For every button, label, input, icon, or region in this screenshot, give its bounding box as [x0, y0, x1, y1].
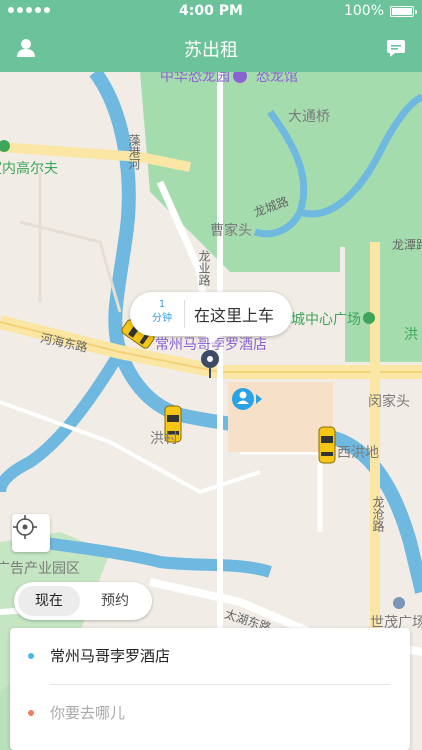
bubble-divider [184, 300, 185, 328]
map-label-dinosaur-park: 中华恐龙园 [160, 72, 230, 85]
message-icon [387, 40, 405, 57]
map-label-golf: 室内高尔夫 [0, 161, 58, 177]
map-label-datongqiao: 大通桥 [288, 109, 330, 125]
time-toggle: 现在 预约 [14, 582, 152, 620]
page-title: 苏出租 [184, 40, 238, 61]
eta-value: 1 [158, 299, 166, 310]
now-option[interactable]: 现在 [18, 586, 80, 616]
map-label-longye-road: 龙业路 [197, 250, 211, 286]
map-label-caojiatou: 曹家头 [210, 223, 252, 239]
origin-row[interactable]: 常州马哥孛罗酒店 [10, 628, 410, 684]
destination-dot-icon [28, 710, 34, 716]
battery-percent: 100% [343, 3, 384, 19]
pickup-here-label: 在这里上车 [194, 306, 275, 325]
map-label-zaogang-river: 藻港河 [127, 134, 141, 170]
map-label-xihongdi: 西洪地 [337, 445, 379, 461]
taxi-3 [318, 426, 336, 464]
map-label-hong: 洪 [404, 327, 418, 343]
city-plaza-park [345, 242, 422, 362]
pickup-bubble[interactable]: 1 分钟 在这里上车 [130, 292, 292, 343]
map-label-ad-park: 广告产业园区 [0, 561, 80, 577]
map-label-hongcun: 洪村 [150, 431, 178, 447]
messages-button[interactable] [382, 34, 410, 62]
destination-input[interactable]: 你要去哪儿 [50, 702, 125, 723]
map-label-minjiatou: 闵家头 [368, 394, 410, 410]
origin-address: 常州马哥孛罗酒店 [50, 647, 171, 665]
crosshair-icon [13, 515, 37, 539]
status-bar: 4:00 PM 100% [0, 0, 422, 24]
trip-card: 常州马哥孛罗酒店 你要去哪儿 [10, 628, 410, 750]
map-label-dinosaur-hall: 恐龙馆 [256, 72, 298, 85]
map-view[interactable]: 中华恐龙园 恐龙馆 大通桥 室内高尔夫 藻港河 龙城路 曹家头 龙业路 龙潭路 … [0, 72, 422, 750]
reserve-option[interactable]: 预约 [84, 586, 146, 616]
poi-plaza-icon [363, 312, 375, 324]
eta-display: 1 分钟 [142, 298, 182, 326]
poi-shimao-icon [393, 597, 405, 609]
map-label-city-plaza: 城中心广场 [291, 312, 361, 328]
navigation-bar: 苏出租 [0, 24, 422, 72]
destination-row[interactable]: 你要去哪儿 [10, 685, 410, 741]
map-label-longcang-road: 龙沧路 [371, 496, 385, 532]
locate-me-button[interactable] [12, 514, 50, 552]
battery-icon [390, 6, 417, 17]
eta-unit: 分钟 [152, 313, 172, 324]
map-label-longtan-road: 龙潭路 [392, 238, 422, 252]
origin-dot-icon [28, 653, 34, 659]
